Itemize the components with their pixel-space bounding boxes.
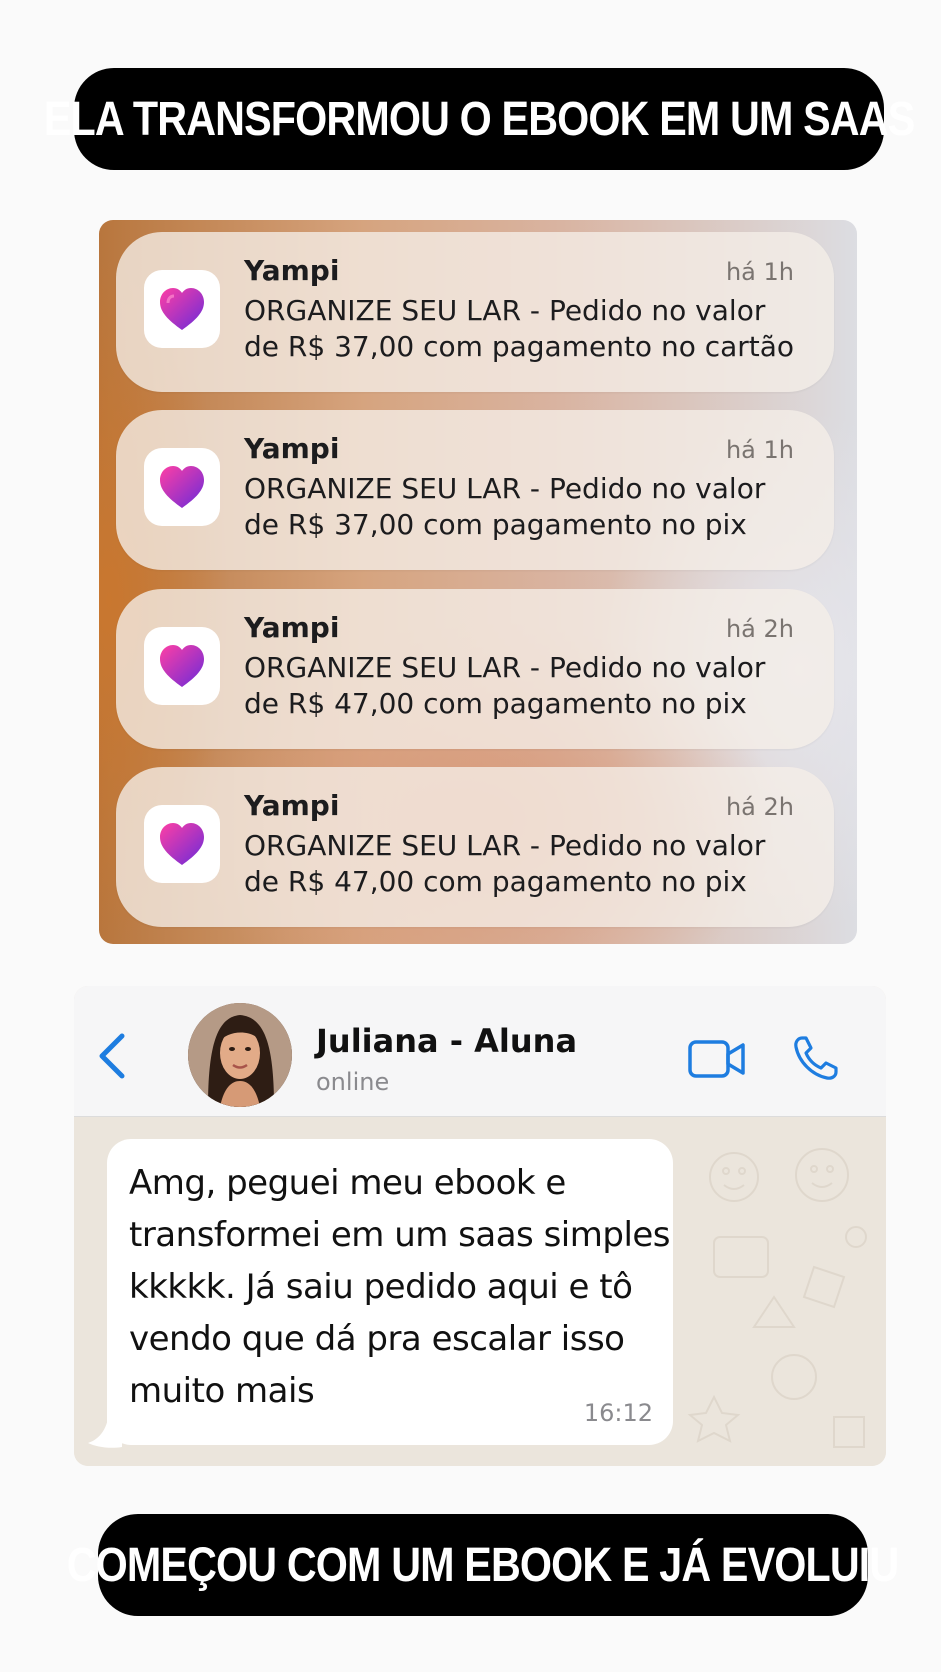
yampi-heart-icon [144, 270, 220, 348]
notification-text-line2: de R$ 47,00 com pagamento no pix [244, 687, 747, 720]
notification-time: há 2h [725, 793, 794, 821]
notification-time: há 2h [725, 615, 794, 643]
message-line: kkkkk. Já saiu pedido aqui e tô [129, 1267, 633, 1307]
notification-time: há 1h [725, 436, 794, 464]
notification-app-name: Yampi [244, 789, 340, 822]
notification-text-line2: de R$ 37,00 com pagamento no cartão [244, 330, 795, 363]
notification-card[interactable]: Yampi há 1h ORGANIZE SEU LAR - Pedido no… [116, 410, 834, 570]
contact-name: Juliana - Aluna [316, 1022, 578, 1060]
video-camera-icon[interactable] [688, 1038, 746, 1080]
notification-text-line2: de R$ 37,00 com pagamento no pix [244, 508, 747, 541]
notification-text-line1: ORGANIZE SEU LAR - Pedido no valor [244, 294, 766, 327]
headline-banner-bottom: COMEÇOU COM UM EBOOK E JÁ EVOLUIU [67, 1514, 900, 1616]
notification-card[interactable]: Yampi há 2h ORGANIZE SEU LAR - Pedido no… [116, 767, 834, 927]
notification-app-name: Yampi [244, 611, 340, 644]
message-timestamp: 16:12 [583, 1399, 653, 1427]
yampi-heart-icon [144, 805, 220, 883]
notification-time: há 1h [725, 258, 794, 286]
yampi-heart-icon [144, 448, 220, 526]
yampi-heart-icon [144, 627, 220, 705]
notification-text-line1: ORGANIZE SEU LAR - Pedido no valor [244, 829, 766, 862]
message-line: transformei em um saas simples [129, 1215, 671, 1255]
notification-card[interactable]: Yampi há 2h ORGANIZE SEU LAR - Pedido no… [116, 589, 834, 749]
message-line: Amg, peguei meu ebook e [129, 1163, 566, 1203]
chat-header: Juliana - Aluna online [74, 986, 886, 1117]
notification-app-name: Yampi [244, 432, 340, 465]
headline-bottom-text: COMEÇOU COM UM EBOOK E JÁ EVOLUIU [67, 1538, 900, 1592]
contact-status: online [316, 1068, 390, 1096]
notification-app-name: Yampi [244, 254, 340, 287]
message-bubble[interactable]: Amg, peguei meu ebook e transformei em u… [107, 1139, 673, 1445]
message-line: vendo que dá pra escalar isso [129, 1319, 625, 1359]
avatar[interactable] [188, 1003, 292, 1107]
chevron-left-icon[interactable] [94, 1032, 134, 1080]
notification-text-line2: de R$ 47,00 com pagamento no pix [244, 865, 747, 898]
notification-text-line1: ORGANIZE SEU LAR - Pedido no valor [244, 651, 766, 684]
chat-body: Amg, peguei meu ebook e transformei em u… [74, 1117, 886, 1466]
phone-icon[interactable] [792, 1034, 840, 1082]
notification-card[interactable]: Yampi há 1h ORGANIZE SEU LAR - Pedido no… [116, 232, 834, 392]
notification-text-line1: ORGANIZE SEU LAR - Pedido no valor [244, 472, 766, 505]
headline-top-text: ELA TRANSFORMOU O EBOOK EM UM SAAS [43, 92, 915, 146]
chat-window: Juliana - Aluna online Amg, peguei meu e… [74, 986, 886, 1466]
message-line: muito mais [129, 1371, 315, 1411]
headline-banner-top: ELA TRANSFORMOU O EBOOK EM UM SAAS [44, 68, 915, 170]
